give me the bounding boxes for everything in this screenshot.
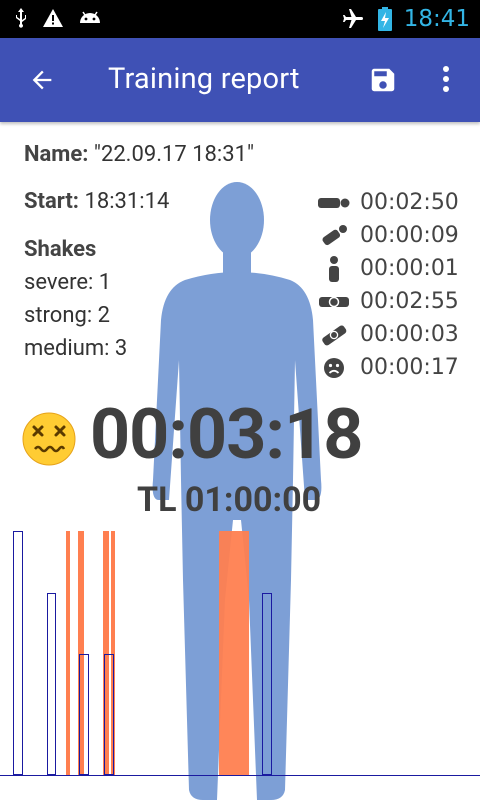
back-arrow-icon[interactable] <box>28 66 56 94</box>
name-value: "22.09.17 18:31" <box>93 142 255 167</box>
shakes-title: Shakes <box>24 237 97 262</box>
shake-bar <box>66 531 70 775</box>
position-time: 00:00:09 <box>360 223 459 248</box>
page-title: Training report <box>108 62 300 96</box>
status-bar: 18:41 <box>0 0 480 38</box>
sad-face-icon <box>324 357 344 378</box>
start-value: 18:31:14 <box>84 189 170 214</box>
save-icon[interactable] <box>368 65 398 95</box>
movement-bar <box>79 654 89 775</box>
position-row-lying: 00:02:50 <box>318 190 459 215</box>
app-bar: Training report <box>0 38 480 122</box>
position-time: 00:00:03 <box>360 322 459 347</box>
shakes-medium: medium: 3 <box>24 336 128 361</box>
chart-baseline <box>0 775 480 776</box>
position-time: 00:02:55 <box>360 289 459 314</box>
position-row-tilted-alt: 00:00:03 <box>318 322 459 347</box>
overflow-menu-icon[interactable] <box>442 64 450 94</box>
movement-bar <box>104 654 114 775</box>
dizzy-face-icon <box>22 412 76 466</box>
position-row-sad: 00:00:17 <box>318 355 459 380</box>
airplane-mode-icon <box>342 9 363 28</box>
android-icon <box>80 11 100 23</box>
tilted-alt-icon <box>322 324 347 345</box>
position-time: 00:00:01 <box>360 256 459 281</box>
shake-bar-wide <box>219 531 249 775</box>
start-row: Start: 18:31:14 <box>24 189 169 214</box>
movement-bar <box>262 593 272 775</box>
standing-icon <box>329 255 339 282</box>
lying-front-icon <box>319 296 349 307</box>
name-label: Name: <box>24 142 89 167</box>
time-limit: TL 01:00:00 <box>137 480 322 520</box>
name-row: Name: "22.09.17 18:31" <box>24 142 254 167</box>
movement-bar <box>13 531 23 775</box>
shakes-strong: strong: 2 <box>24 303 110 328</box>
position-time: 00:00:17 <box>360 355 459 380</box>
shakes-severe: severe: 1 <box>24 270 112 295</box>
battery-charging-icon <box>377 7 392 31</box>
position-time: 00:02:50 <box>360 190 459 215</box>
tilted-icon <box>322 224 347 245</box>
usb-icon <box>16 8 26 28</box>
total-time: 00:03:18 <box>90 394 363 476</box>
start-label: Start: <box>24 189 79 214</box>
position-row-standing: 00:00:01 <box>318 255 459 282</box>
movement-bar <box>47 593 56 775</box>
status-clock: 18:41 <box>403 6 470 32</box>
warning-icon <box>43 9 63 27</box>
position-row-lying-front: 00:02:55 <box>318 289 459 314</box>
report-content: Name: "22.09.17 18:31" Start: 18:31:14 S… <box>0 122 480 800</box>
lying-icon <box>318 197 350 208</box>
position-row-tilted: 00:00:09 <box>318 223 459 248</box>
